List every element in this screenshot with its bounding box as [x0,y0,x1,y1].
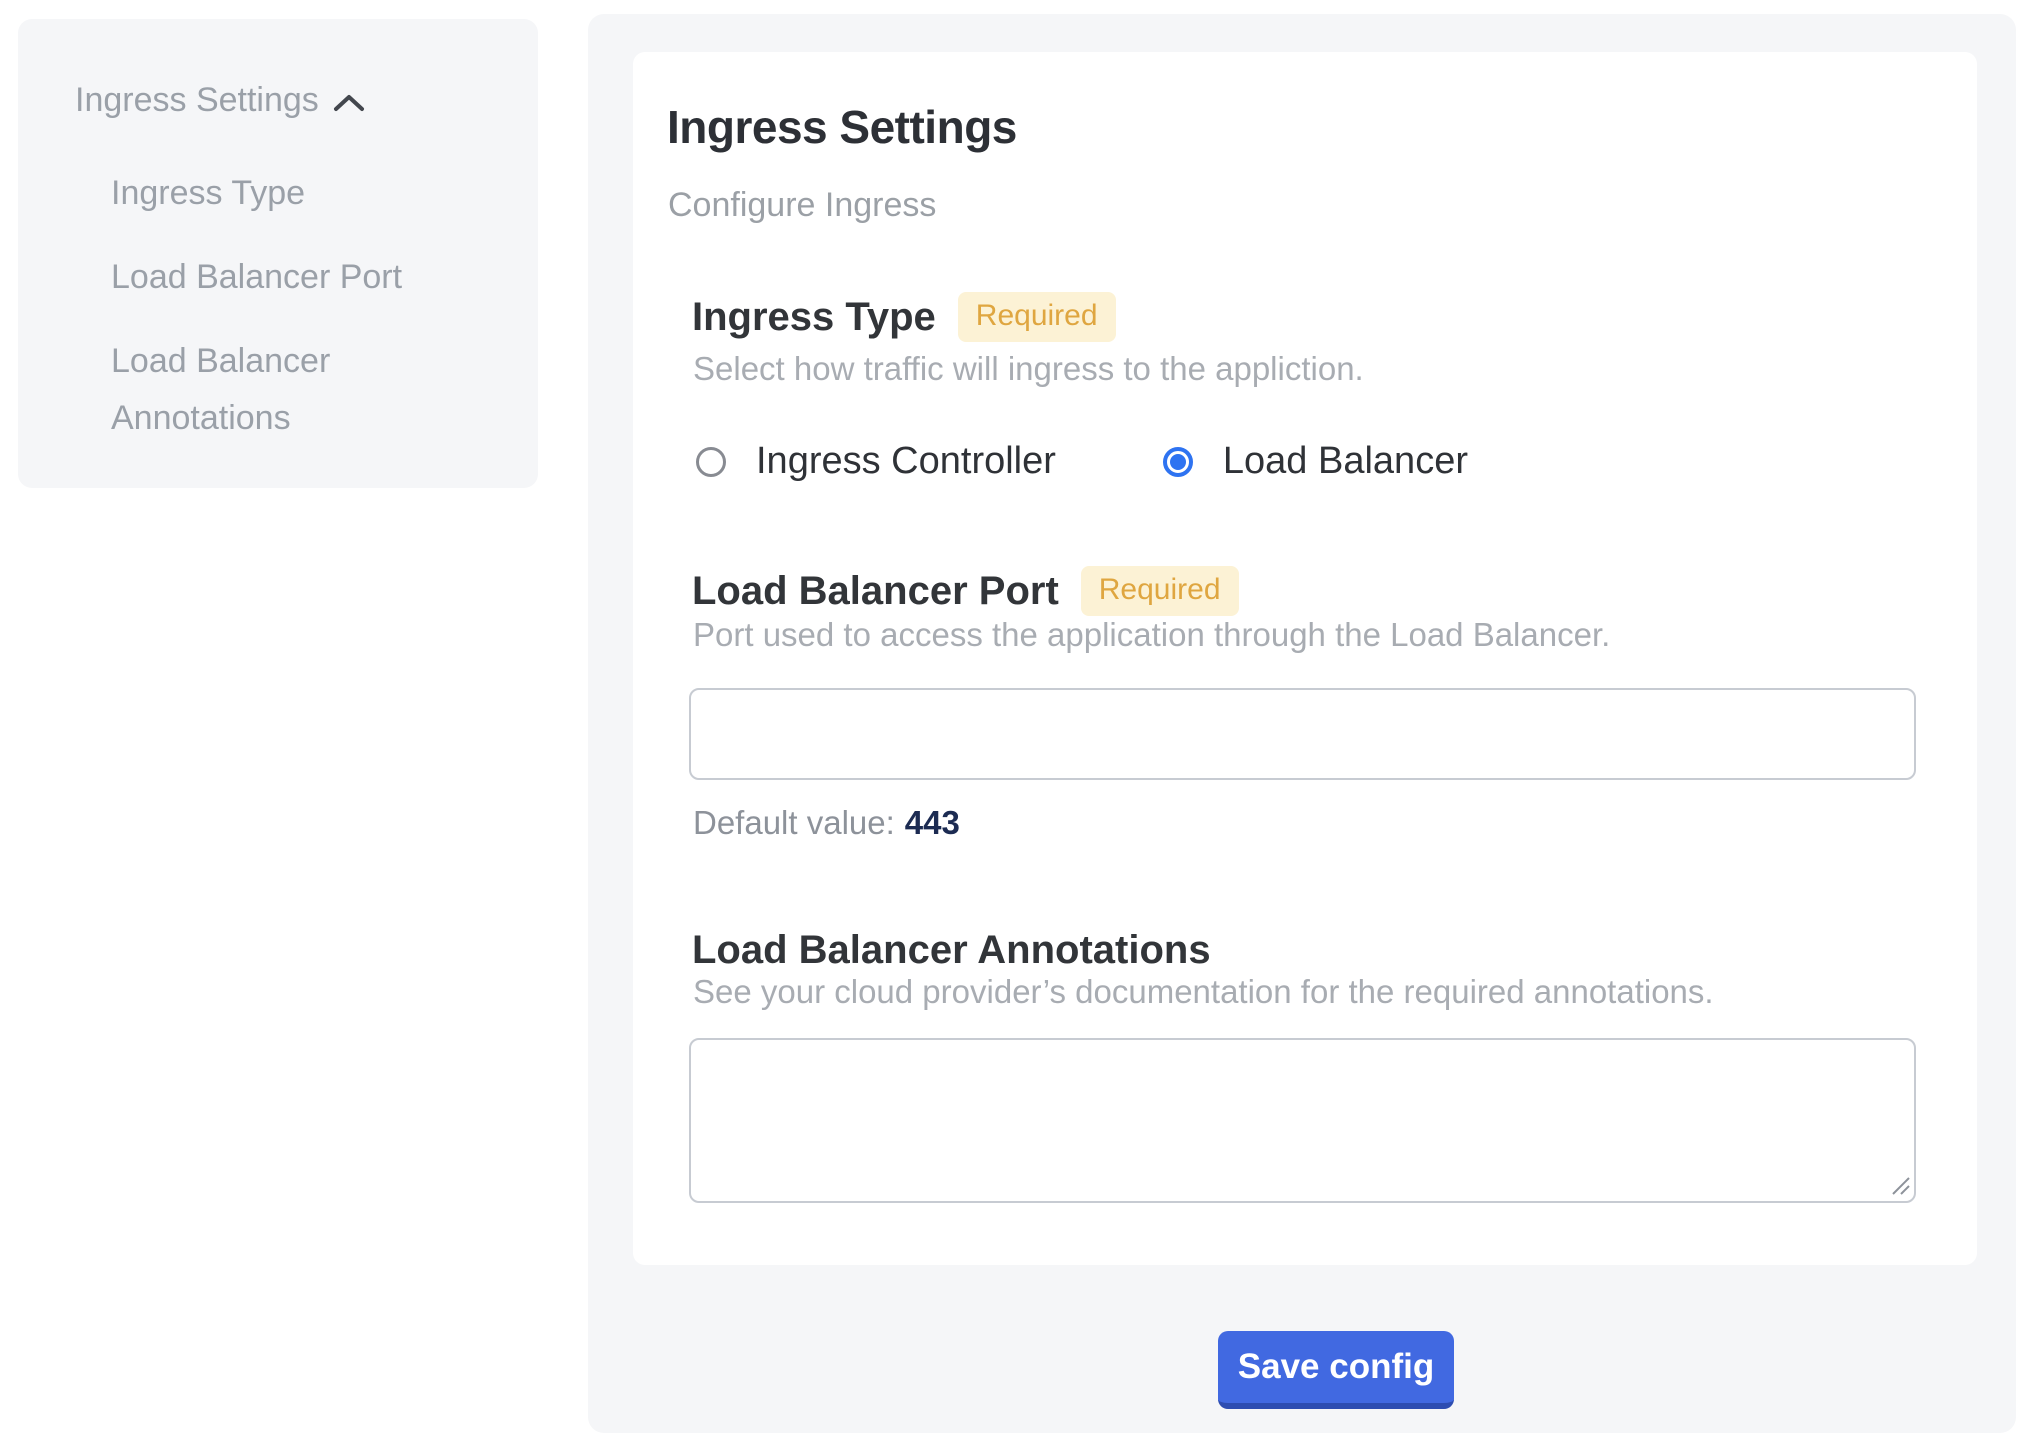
ingress-type-label: Ingress Type [692,295,936,340]
settings-nav-sidebar: Ingress Settings Ingress Type Load Balan… [18,19,538,488]
ingress-settings-card: Ingress Settings Configure Ingress Ingre… [633,52,1977,1265]
radio-label-load-balancer[interactable]: Load Balancer [1223,440,1468,483]
page-title: Ingress Settings [667,100,1017,154]
chevron-up-icon [333,93,365,113]
radio-selected-icon[interactable] [1163,447,1193,477]
radio-unselected-icon[interactable] [696,447,726,477]
sidebar-group-label: Ingress Settings [75,81,319,120]
sidebar-item-ingress-type[interactable]: Ingress Type [111,165,471,222]
ingress-type-radio-group: Ingress Controller Load Balancer [696,440,1468,483]
load-balancer-port-label: Load Balancer Port [692,569,1059,614]
load-balancer-port-description: Port used to access the application thro… [693,616,1610,654]
default-value-line: Default value: 443 [693,804,960,842]
sidebar-item-list: Ingress Type Load Balancer Port Load Bal… [111,165,471,474]
page-subtitle: Configure Ingress [668,186,936,225]
default-value-label: Default value: [693,804,895,841]
save-config-button[interactable]: Save config [1218,1331,1454,1409]
load-balancer-annotations-description: See your cloud provider’s documentation … [693,973,1714,1011]
load-balancer-annotations-label: Load Balancer Annotations [692,928,1211,973]
default-value-number: 443 [905,804,960,841]
settings-panel: Ingress Settings Configure Ingress Ingre… [588,14,2016,1433]
radio-option-ingress-controller[interactable]: Ingress Controller [696,440,1056,483]
sidebar-group-ingress-settings[interactable]: Ingress Settings [75,81,365,120]
load-balancer-annotations-textarea[interactable] [689,1038,1916,1203]
sidebar-item-load-balancer-annotations[interactable]: Load Balancer Annotations [111,333,471,447]
sidebar-item-load-balancer-port[interactable]: Load Balancer Port [111,249,471,306]
load-balancer-annotations-label-row: Load Balancer Annotations [692,928,1211,973]
required-badge: Required [1081,566,1239,616]
radio-label-ingress-controller[interactable]: Ingress Controller [756,440,1056,483]
ingress-type-description: Select how traffic will ingress to the a… [693,350,1364,388]
ingress-type-label-row: Ingress Type Required [692,292,1116,342]
radio-option-load-balancer[interactable]: Load Balancer [1163,440,1468,483]
required-badge: Required [958,292,1116,342]
load-balancer-annotations-field [689,1038,1916,1203]
load-balancer-port-input[interactable] [689,688,1916,780]
load-balancer-port-label-row: Load Balancer Port Required [692,566,1239,616]
